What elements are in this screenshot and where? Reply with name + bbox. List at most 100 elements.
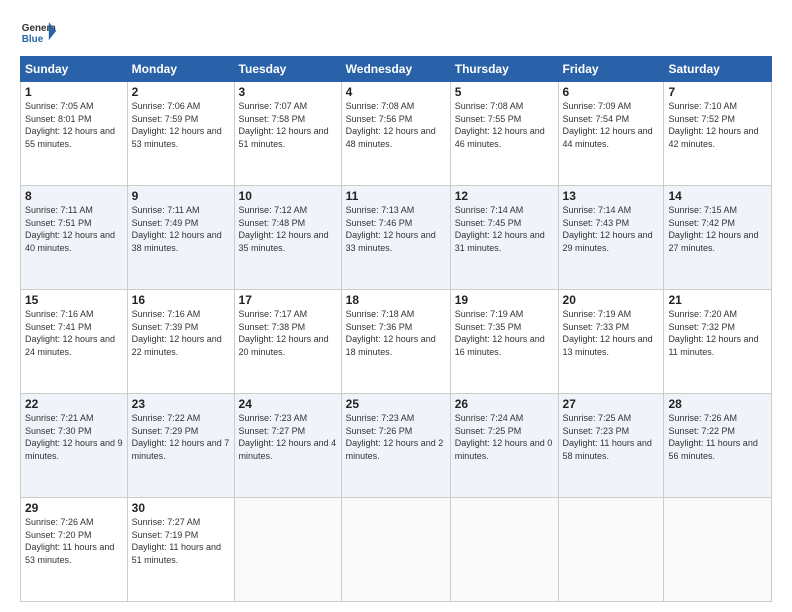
calendar-week-row: 29 Sunrise: 7:26 AMSunset: 7:20 PMDaylig… [21,498,772,602]
weekday-header-sunday: Sunday [21,57,128,82]
calendar-week-row: 22 Sunrise: 7:21 AMSunset: 7:30 PMDaylig… [21,394,772,498]
calendar-day-cell: 3 Sunrise: 7:07 AMSunset: 7:58 PMDayligh… [234,82,341,186]
day-number: 14 [668,189,767,203]
day-info: Sunrise: 7:05 AMSunset: 8:01 PMDaylight:… [25,101,115,149]
day-info: Sunrise: 7:25 AMSunset: 7:23 PMDaylight:… [563,413,652,461]
day-info: Sunrise: 7:10 AMSunset: 7:52 PMDaylight:… [668,101,758,149]
day-info: Sunrise: 7:06 AMSunset: 7:59 PMDaylight:… [132,101,222,149]
day-info: Sunrise: 7:23 AMSunset: 7:26 PMDaylight:… [346,413,444,461]
day-info: Sunrise: 7:19 AMSunset: 7:33 PMDaylight:… [563,309,653,357]
calendar-day-cell: 26 Sunrise: 7:24 AMSunset: 7:25 PMDaylig… [450,394,558,498]
day-info: Sunrise: 7:07 AMSunset: 7:58 PMDaylight:… [239,101,329,149]
day-info: Sunrise: 7:16 AMSunset: 7:39 PMDaylight:… [132,309,222,357]
calendar-day-cell: 1 Sunrise: 7:05 AMSunset: 8:01 PMDayligh… [21,82,128,186]
calendar-day-cell: 19 Sunrise: 7:19 AMSunset: 7:35 PMDaylig… [450,290,558,394]
calendar-day-cell: 12 Sunrise: 7:14 AMSunset: 7:45 PMDaylig… [450,186,558,290]
day-number: 19 [455,293,554,307]
calendar-week-row: 1 Sunrise: 7:05 AMSunset: 8:01 PMDayligh… [21,82,772,186]
day-number: 15 [25,293,123,307]
day-info: Sunrise: 7:26 AMSunset: 7:20 PMDaylight:… [25,517,114,565]
calendar-day-cell: 14 Sunrise: 7:15 AMSunset: 7:42 PMDaylig… [664,186,772,290]
day-info: Sunrise: 7:24 AMSunset: 7:25 PMDaylight:… [455,413,553,461]
day-number: 21 [668,293,767,307]
day-info: Sunrise: 7:17 AMSunset: 7:38 PMDaylight:… [239,309,329,357]
day-number: 10 [239,189,337,203]
calendar-day-cell: 27 Sunrise: 7:25 AMSunset: 7:23 PMDaylig… [558,394,664,498]
day-info: Sunrise: 7:08 AMSunset: 7:56 PMDaylight:… [346,101,436,149]
calendar-day-cell: 21 Sunrise: 7:20 AMSunset: 7:32 PMDaylig… [664,290,772,394]
day-number: 26 [455,397,554,411]
calendar-day-cell [341,498,450,602]
calendar-day-cell: 8 Sunrise: 7:11 AMSunset: 7:51 PMDayligh… [21,186,128,290]
day-number: 1 [25,85,123,99]
day-info: Sunrise: 7:11 AMSunset: 7:51 PMDaylight:… [25,205,115,253]
day-number: 29 [25,501,123,515]
day-info: Sunrise: 7:11 AMSunset: 7:49 PMDaylight:… [132,205,222,253]
weekday-header-tuesday: Tuesday [234,57,341,82]
day-info: Sunrise: 7:23 AMSunset: 7:27 PMDaylight:… [239,413,337,461]
day-number: 25 [346,397,446,411]
calendar-day-cell: 20 Sunrise: 7:19 AMSunset: 7:33 PMDaylig… [558,290,664,394]
day-number: 17 [239,293,337,307]
day-number: 3 [239,85,337,99]
calendar-week-row: 8 Sunrise: 7:11 AMSunset: 7:51 PMDayligh… [21,186,772,290]
calendar-day-cell: 30 Sunrise: 7:27 AMSunset: 7:19 PMDaylig… [127,498,234,602]
calendar-day-cell: 2 Sunrise: 7:06 AMSunset: 7:59 PMDayligh… [127,82,234,186]
calendar-day-cell: 16 Sunrise: 7:16 AMSunset: 7:39 PMDaylig… [127,290,234,394]
day-info: Sunrise: 7:20 AMSunset: 7:32 PMDaylight:… [668,309,758,357]
day-info: Sunrise: 7:15 AMSunset: 7:42 PMDaylight:… [668,205,758,253]
day-info: Sunrise: 7:22 AMSunset: 7:29 PMDaylight:… [132,413,230,461]
day-number: 4 [346,85,446,99]
day-number: 6 [563,85,660,99]
day-info: Sunrise: 7:21 AMSunset: 7:30 PMDaylight:… [25,413,123,461]
calendar-day-cell [450,498,558,602]
calendar-day-cell: 10 Sunrise: 7:12 AMSunset: 7:48 PMDaylig… [234,186,341,290]
calendar-day-cell: 17 Sunrise: 7:17 AMSunset: 7:38 PMDaylig… [234,290,341,394]
calendar-day-cell: 11 Sunrise: 7:13 AMSunset: 7:46 PMDaylig… [341,186,450,290]
day-number: 16 [132,293,230,307]
day-number: 7 [668,85,767,99]
logo: General Blue [20,18,56,46]
calendar-day-cell [234,498,341,602]
day-number: 9 [132,189,230,203]
day-number: 28 [668,397,767,411]
day-number: 11 [346,189,446,203]
day-info: Sunrise: 7:19 AMSunset: 7:35 PMDaylight:… [455,309,545,357]
weekday-header-monday: Monday [127,57,234,82]
day-number: 22 [25,397,123,411]
day-info: Sunrise: 7:13 AMSunset: 7:46 PMDaylight:… [346,205,436,253]
calendar-day-cell: 9 Sunrise: 7:11 AMSunset: 7:49 PMDayligh… [127,186,234,290]
calendar-table: SundayMondayTuesdayWednesdayThursdayFrid… [20,56,772,602]
day-number: 12 [455,189,554,203]
day-number: 24 [239,397,337,411]
weekday-header-friday: Friday [558,57,664,82]
weekday-header-wednesday: Wednesday [341,57,450,82]
calendar-header-row: SundayMondayTuesdayWednesdayThursdayFrid… [21,57,772,82]
calendar-day-cell: 4 Sunrise: 7:08 AMSunset: 7:56 PMDayligh… [341,82,450,186]
day-info: Sunrise: 7:12 AMSunset: 7:48 PMDaylight:… [239,205,329,253]
day-info: Sunrise: 7:16 AMSunset: 7:41 PMDaylight:… [25,309,115,357]
weekday-header-saturday: Saturday [664,57,772,82]
day-number: 13 [563,189,660,203]
calendar-day-cell: 15 Sunrise: 7:16 AMSunset: 7:41 PMDaylig… [21,290,128,394]
page: General Blue SundayMondayTuesdayWednesda… [0,0,792,612]
day-info: Sunrise: 7:26 AMSunset: 7:22 PMDaylight:… [668,413,757,461]
calendar-day-cell: 29 Sunrise: 7:26 AMSunset: 7:20 PMDaylig… [21,498,128,602]
calendar-day-cell: 28 Sunrise: 7:26 AMSunset: 7:22 PMDaylig… [664,394,772,498]
day-number: 30 [132,501,230,515]
day-info: Sunrise: 7:08 AMSunset: 7:55 PMDaylight:… [455,101,545,149]
day-number: 23 [132,397,230,411]
calendar-day-cell: 6 Sunrise: 7:09 AMSunset: 7:54 PMDayligh… [558,82,664,186]
day-number: 8 [25,189,123,203]
calendar-day-cell: 24 Sunrise: 7:23 AMSunset: 7:27 PMDaylig… [234,394,341,498]
day-info: Sunrise: 7:27 AMSunset: 7:19 PMDaylight:… [132,517,221,565]
logo-icon: General Blue [20,18,56,46]
header: General Blue [20,18,772,46]
day-number: 20 [563,293,660,307]
calendar-day-cell: 7 Sunrise: 7:10 AMSunset: 7:52 PMDayligh… [664,82,772,186]
calendar-week-row: 15 Sunrise: 7:16 AMSunset: 7:41 PMDaylig… [21,290,772,394]
weekday-header-thursday: Thursday [450,57,558,82]
svg-text:Blue: Blue [22,34,44,45]
day-number: 18 [346,293,446,307]
calendar-day-cell [558,498,664,602]
